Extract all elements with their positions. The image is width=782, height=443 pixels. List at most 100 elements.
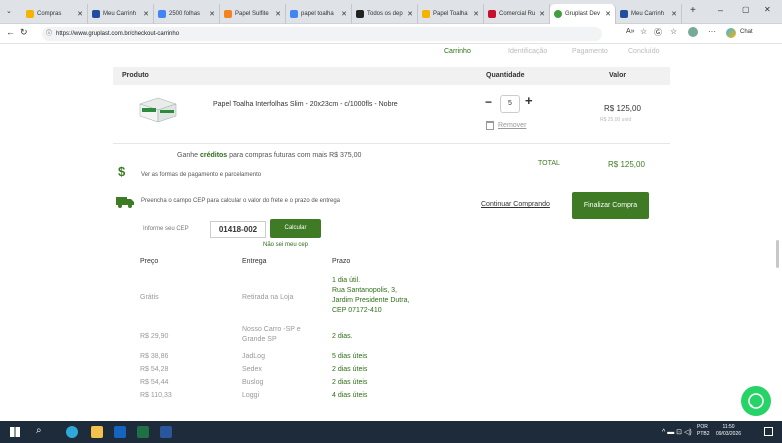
- browser-tab[interactable]: Meu Carrinh ✕: [616, 4, 682, 24]
- shipping-deadline: 5 dias úteis: [332, 353, 368, 360]
- tab-close-icon[interactable]: ✕: [539, 10, 545, 18]
- notifications-icon[interactable]: [764, 427, 773, 436]
- tab-close-icon[interactable]: ✕: [605, 10, 611, 18]
- payment-options-link[interactable]: Ver as formas de pagamento e parcelament…: [141, 172, 261, 178]
- total-label: TOTAL: [538, 160, 560, 167]
- tab-favicon-icon: [290, 10, 298, 18]
- excel-icon[interactable]: [137, 426, 149, 438]
- copilot-icon[interactable]: [726, 28, 736, 38]
- whatsapp-button[interactable]: [741, 386, 771, 416]
- remove-link[interactable]: Remover: [498, 122, 526, 129]
- minimize-icon[interactable]: –: [718, 5, 723, 15]
- favorite-star-icon[interactable]: ☆: [640, 27, 647, 36]
- browser-tab-active[interactable]: Gruplast Dev ✕: [550, 4, 616, 24]
- url-text: https://www.gruplast.com.br/checkout-car…: [56, 31, 180, 37]
- language-indicator[interactable]: POR PTB2: [697, 424, 710, 438]
- cep-input[interactable]: 01418-002: [210, 221, 266, 238]
- windows-start-icon[interactable]: [10, 427, 20, 437]
- step-cart[interactable]: Carrinho: [444, 48, 471, 55]
- paper-towel-package-icon: [139, 97, 177, 123]
- back-icon[interactable]: ←: [6, 27, 15, 37]
- header-deadline: Prazo: [332, 258, 351, 265]
- credits-text: Ganhe créditos para compras futuras com …: [177, 152, 361, 159]
- shipping-row[interactable]: R$ 29,90 Nosso Carro -SP e Grande SP 2 d…: [140, 325, 472, 353]
- continue-shopping-link[interactable]: Continuar Comprando: [481, 201, 550, 208]
- new-tab-icon[interactable]: +: [690, 5, 696, 16]
- cart-table-header: Produto Quantidade Valor: [113, 67, 670, 85]
- profile-icon[interactable]: [688, 27, 698, 37]
- tab-label: Meu Carrinh: [103, 11, 137, 17]
- shipping-row[interactable]: Grátis Retirada na Loja 1 dia útil. Rua …: [140, 276, 472, 325]
- shipping-price: R$ 110,33: [140, 392, 172, 399]
- url-input[interactable]: ⓘ https://www.gruplast.com.br/checkout-ca…: [42, 27, 602, 41]
- shipping-price: R$ 54,28: [140, 366, 169, 373]
- shipping-row[interactable]: R$ 54,44 Buslog 2 dias úteis: [140, 379, 472, 392]
- product-image[interactable]: [136, 92, 178, 126]
- browser-tab-bar: ⌄ Compras ✕ Meu Carrinh ✕ 2500 folhas ✕ Pap…: [0, 0, 782, 24]
- tab-close-icon[interactable]: ✕: [407, 10, 413, 18]
- quantity-increase-button[interactable]: +: [525, 94, 533, 108]
- shipping-row[interactable]: R$ 110,33 Loggi 4 dias úteis: [140, 392, 472, 405]
- product-unit-price: R$ 25,00 unid: [600, 117, 632, 123]
- browser-tab[interactable]: Papel Toalha ✕: [418, 4, 484, 24]
- tab-close-icon[interactable]: ✕: [209, 10, 215, 18]
- close-window-icon[interactable]: ✕: [764, 5, 771, 14]
- calculate-button[interactable]: Calcular: [270, 219, 321, 238]
- quantity-input[interactable]: 5: [500, 95, 520, 113]
- restore-icon[interactable]: ▢: [742, 5, 750, 14]
- tab-label: Todos os dep: [367, 11, 403, 17]
- tab-close-icon[interactable]: ✕: [671, 10, 677, 18]
- browser-tab[interactable]: Meu Carrinh ✕: [88, 4, 154, 24]
- browser-tab[interactable]: 2500 folhas ✕: [154, 4, 220, 24]
- finalize-purchase-button[interactable]: Finalizar Compra: [572, 192, 649, 219]
- browser-tab[interactable]: Comercial Ru ✕: [484, 4, 550, 24]
- page-scrollbar[interactable]: [776, 240, 779, 268]
- tab-close-icon[interactable]: ✕: [143, 10, 149, 18]
- dollar-icon: $: [118, 164, 126, 179]
- extension-icon[interactable]: Ⓖ: [654, 27, 662, 38]
- favorites-icon[interactable]: ☆: [670, 27, 677, 36]
- shipping-delivery: JadLog: [242, 353, 265, 360]
- header-quantity: Quantidade: [486, 72, 525, 79]
- edge-icon[interactable]: [66, 426, 78, 438]
- tab-favicon-icon: [224, 10, 232, 18]
- credits-word[interactable]: créditos: [200, 152, 227, 159]
- tab-close-icon[interactable]: ✕: [77, 10, 83, 18]
- tab-label: Papel Sulfite: [235, 11, 269, 17]
- tab-list-icon[interactable]: ⌄: [6, 7, 12, 15]
- tab-close-icon[interactable]: ✕: [275, 10, 281, 18]
- tab-label: Compras: [37, 11, 62, 17]
- clock[interactable]: 11:50 09/03/2026: [716, 424, 741, 438]
- shipping-row[interactable]: R$ 38,86 JadLog 5 dias úteis: [140, 353, 472, 366]
- shipping-price: R$ 38,86: [140, 353, 169, 360]
- system-tray-icons[interactable]: ^ ▬ ⊡ ◁): [662, 428, 692, 436]
- shipping-row[interactable]: R$ 54,28 Sedex 2 dias úteis: [140, 366, 472, 379]
- step-payment[interactable]: Pagamento: [572, 48, 608, 55]
- read-aloud-icon[interactable]: A»: [626, 28, 635, 35]
- step-identification[interactable]: Identificação: [508, 48, 547, 55]
- browser-tab[interactable]: Compras ✕: [22, 4, 88, 24]
- whatsapp-icon: [748, 393, 764, 409]
- tab-favicon-icon: [26, 10, 34, 18]
- reload-icon[interactable]: ↻: [20, 27, 28, 38]
- quantity-decrease-button[interactable]: −: [485, 95, 492, 109]
- trash-icon[interactable]: [486, 121, 494, 130]
- search-icon[interactable]: ⌕: [36, 425, 42, 436]
- dont-know-cep-link[interactable]: Não sei meu cep: [263, 242, 308, 248]
- more-menu-icon[interactable]: ···: [708, 27, 716, 36]
- tab-close-icon[interactable]: ✕: [473, 10, 479, 18]
- tab-label: 2500 folhas: [169, 11, 201, 17]
- tab-close-icon[interactable]: ✕: [341, 10, 347, 18]
- outlook-icon[interactable]: [114, 426, 126, 438]
- shipping-deadline: 2 dias úteis: [332, 379, 368, 386]
- step-done[interactable]: Concluído: [628, 48, 660, 55]
- shipping-deadline: 4 dias úteis: [332, 392, 368, 399]
- file-explorer-icon[interactable]: [91, 426, 103, 438]
- chat-label[interactable]: Chat: [740, 29, 753, 35]
- site-info-icon[interactable]: ⓘ: [46, 27, 52, 41]
- product-name[interactable]: Papel Toalha Interfolhas Slim - 20x23cm …: [213, 101, 398, 108]
- word-icon[interactable]: [160, 426, 172, 438]
- browser-tab[interactable]: Todos os dep ✕: [352, 4, 418, 24]
- browser-tab[interactable]: papel toalha ✕: [286, 4, 352, 24]
- browser-tab[interactable]: Papel Sulfite ✕: [220, 4, 286, 24]
